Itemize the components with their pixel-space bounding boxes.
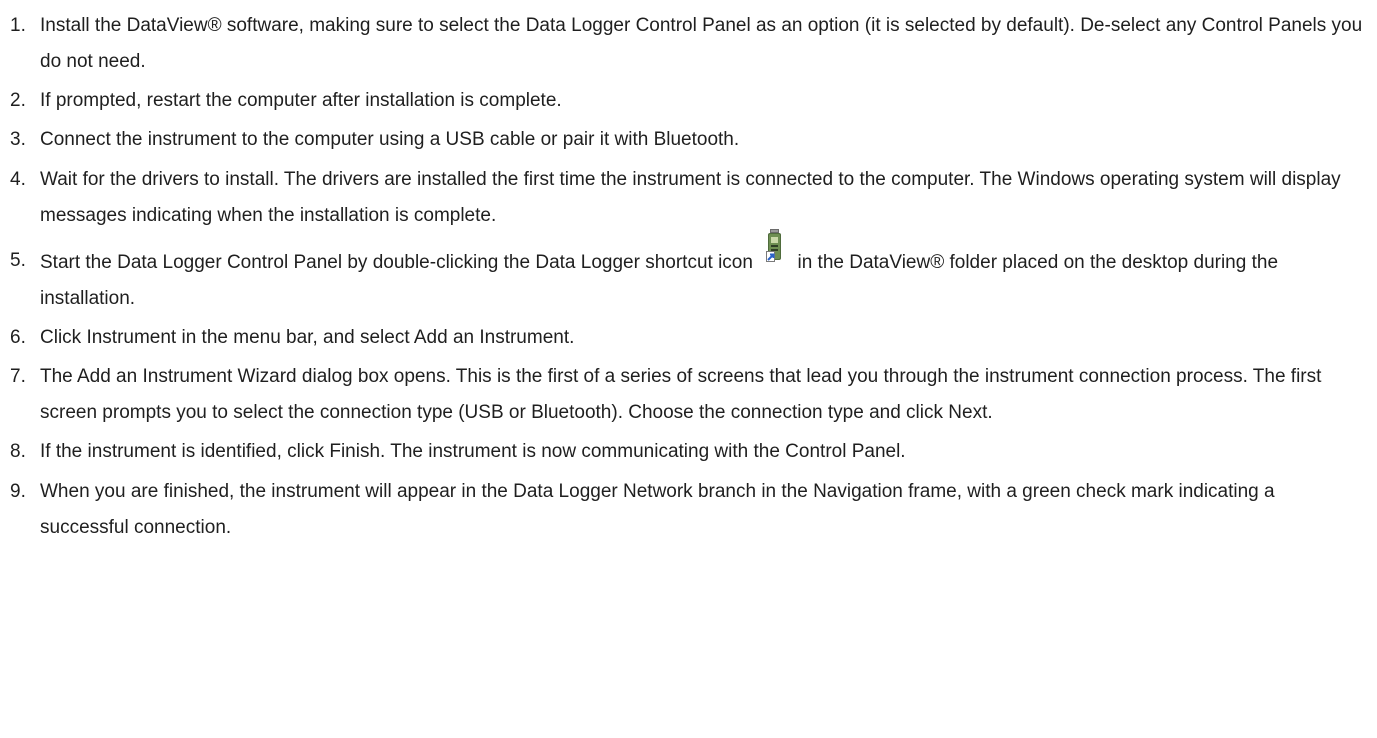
step-text: Install the DataView® software, making s…: [40, 15, 1363, 72]
step-1: 1. Install the DataView® software, makin…: [0, 8, 1377, 80]
step-8: 8. If the instrument is identified, clic…: [0, 434, 1377, 470]
step-3: 3. Connect the instrument to the compute…: [0, 122, 1377, 158]
step-number: 6.: [10, 326, 26, 348]
step-number: 3.: [10, 129, 26, 151]
step-number: 5.: [10, 249, 26, 271]
step-number: 4.: [10, 168, 26, 190]
step-number: 9.: [10, 480, 26, 502]
step-2: 2. If prompted, restart the computer aft…: [0, 83, 1377, 119]
step-number: 1.: [10, 15, 26, 36]
step-text: When you are finished, the instrument wi…: [40, 480, 1275, 538]
step-number: 7.: [10, 366, 26, 388]
step-7: 7. The Add an Instrument Wizard dialog b…: [0, 359, 1377, 431]
step-text: Connect the instrument to the computer u…: [40, 129, 740, 151]
step-number: 8.: [10, 441, 26, 463]
step-text: If the instrument is identified, click F…: [40, 441, 906, 463]
step-4: 4. Wait for the drivers to install. The …: [0, 162, 1377, 234]
step-text: Wait for the drivers to install. The dri…: [40, 168, 1341, 226]
step-text: The Add an Instrument Wizard dialog box …: [40, 366, 1322, 424]
data-logger-shortcut-icon: [764, 228, 786, 263]
step-number: 2.: [10, 90, 26, 112]
step-9: 9. When you are finished, the instrument…: [0, 474, 1377, 546]
step-text: If prompted, restart the computer after …: [40, 90, 562, 112]
instruction-list: 1. Install the DataView® software, makin…: [0, 0, 1377, 546]
step-text: Start the Data Logger Control Panel by d…: [40, 228, 1377, 317]
step-text-before-icon: Start the Data Logger Control Panel by d…: [40, 251, 753, 273]
step-text: Click Instrument in the menu bar, and se…: [40, 326, 575, 348]
step-5: 5. Start the Data Logger Control Panel b…: [0, 228, 1377, 317]
step-6: 6. Click Instrument in the menu bar, and…: [0, 320, 1377, 356]
